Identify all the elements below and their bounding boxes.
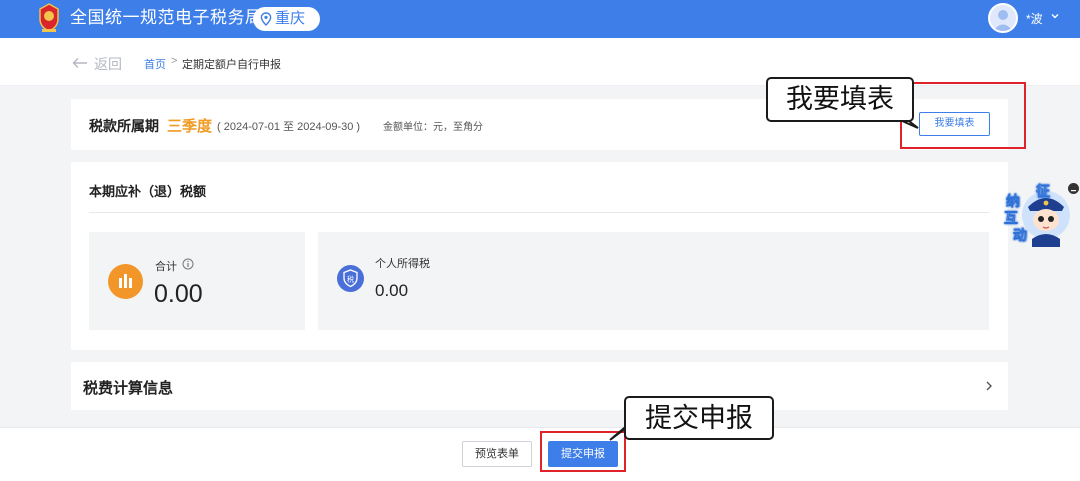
amount-unit-note: 金额单位：元，至角分: [383, 122, 483, 133]
income-tax-label: 个人所得税: [375, 258, 430, 270]
chevron-right-icon: [986, 381, 992, 391]
preview-form-button[interactable]: 预览表单: [462, 441, 532, 467]
breadcrumb-home-link[interactable]: 首页: [144, 56, 166, 72]
income-tax-amount: 0.00: [375, 281, 409, 300]
region-selector[interactable]: 重庆: [253, 7, 320, 31]
total-amount: 0.00: [154, 280, 203, 308]
username[interactable]: *波: [1026, 10, 1043, 27]
breadcrumb-current: 定期定额户自行申报: [182, 59, 281, 71]
amount-section-title: 本期应补（退）税额: [89, 184, 207, 199]
callout-fill-form: 我要填表: [766, 77, 914, 122]
top-bar: 全国统一规范电子税务局 重庆 *波: [0, 0, 1080, 38]
breadcrumb: 返回 首页 > 定期定额户自行申报: [0, 38, 1080, 86]
tax-interaction-helper[interactable]: 征 纳 互 动: [1004, 183, 1070, 247]
avatar[interactable]: [988, 3, 1018, 33]
divider: [89, 212, 989, 213]
info-icon[interactable]: [182, 258, 194, 270]
tax-period-range: ( 2024-07-01 至 2024-09-30 ): [217, 121, 361, 133]
breadcrumb-separator: >: [171, 55, 178, 67]
tax-period-value: 三季度: [167, 118, 213, 135]
site-title[interactable]: 全国统一规范电子税务局: [70, 8, 263, 28]
tax-shield-icon: 税: [337, 265, 364, 292]
total-label: 合计: [155, 261, 177, 273]
back-label: 返回: [94, 56, 122, 72]
income-tax-panel: 税 个人所得税 0.00: [318, 232, 989, 330]
total-panel: 合计 0.00: [89, 232, 305, 330]
close-icon[interactable]: [1068, 183, 1079, 194]
callout-submit: 提交申报: [624, 396, 774, 440]
bar-chart-icon: [108, 264, 143, 299]
helper-char-1: 征: [1036, 183, 1050, 199]
region-label: 重庆: [275, 10, 306, 27]
helper-char-4: 动: [1013, 227, 1027, 243]
back-arrow-icon: [72, 58, 87, 68]
back-button[interactable]: 返回: [72, 54, 122, 74]
calc-info-title: 税费计算信息: [83, 380, 174, 397]
user-icon: [993, 10, 1013, 31]
chevron-down-icon[interactable]: [1050, 11, 1060, 21]
location-pin-icon: [260, 12, 272, 26]
tax-icon-glyph: 税: [347, 275, 354, 284]
tax-calc-info-row[interactable]: 税费计算信息: [71, 362, 1008, 410]
tax-amount-card: 本期应补（退）税额 合计 0.00 税 个人所得税 0.00: [71, 162, 1008, 350]
tax-period-label: 税款所属期: [89, 118, 159, 134]
tax-emblem-icon: [39, 3, 59, 32]
